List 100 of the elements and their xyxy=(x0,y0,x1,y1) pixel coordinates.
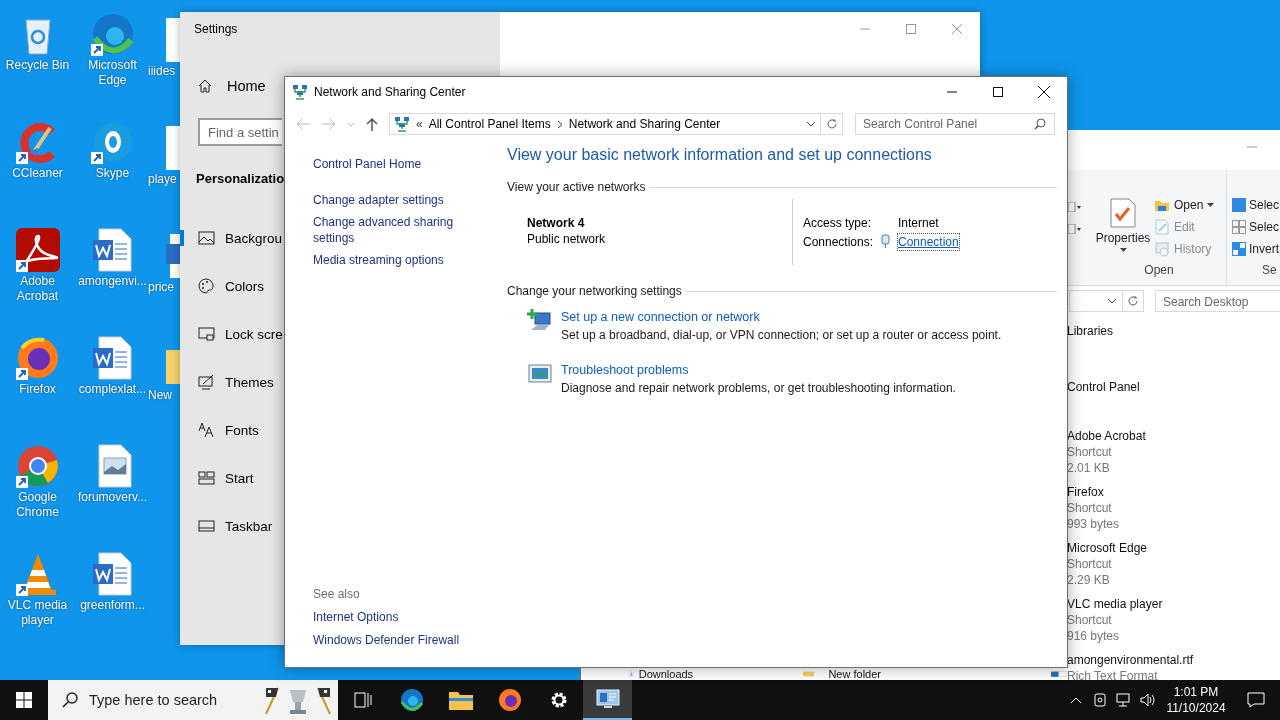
section-heading: View your active networks xyxy=(507,179,646,195)
search-field[interactable]: Type here to search xyxy=(48,680,338,720)
taskbar-icon xyxy=(198,518,215,534)
icon-label: VLC media player xyxy=(6,598,69,628)
windows-logo-icon xyxy=(16,692,32,708)
nav-item[interactable]: Lock scre xyxy=(180,310,284,358)
nav-item[interactable]: Themes xyxy=(180,358,284,406)
chevron-down-icon xyxy=(1107,298,1117,304)
icon-label: Google Chrome xyxy=(15,490,60,520)
network-category: Public network xyxy=(527,231,607,247)
nav-item[interactable]: Backgrou xyxy=(180,214,284,262)
address-bar[interactable]: « All Control Panel Items Network and Sharing Center xyxy=(389,113,821,135)
file-name[interactable]: Control Panel xyxy=(1067,379,1280,395)
nav-item[interactable]: Taskbar xyxy=(180,502,284,550)
task-link[interactable]: Troubleshoot problems xyxy=(561,361,689,379)
network-name: Network 4 xyxy=(527,215,586,231)
window-title: Network and Sharing Center xyxy=(314,85,466,99)
clock[interactable]: 1:01 PM 11/10/2024 xyxy=(1160,684,1232,716)
group-label: Se xyxy=(1261,263,1278,280)
file-size: 2.01 KB xyxy=(1067,460,1111,476)
sidebar-link[interactable]: Windows Defender Firewall xyxy=(313,632,460,648)
icon-label: iiides xyxy=(148,64,177,79)
checklist-icon xyxy=(1110,198,1136,228)
close-icon xyxy=(1038,86,1050,98)
pdf-icon[interactable] xyxy=(13,226,62,274)
task-link[interactable]: Set up a new connection or network xyxy=(561,308,760,326)
properties-button[interactable]: Properties xyxy=(1092,194,1154,264)
file-name[interactable]: VLC media player xyxy=(1067,596,1280,612)
browser-icon xyxy=(399,688,424,712)
nav-item[interactable]: Colors xyxy=(180,262,284,310)
caret-icon xyxy=(1119,248,1127,252)
sidebar-link[interactable]: Control Panel Home xyxy=(313,156,422,172)
icon-label: Microsoft Edge xyxy=(87,58,138,88)
chevron-down-icon xyxy=(347,121,355,127)
file-name[interactable]: amongenvironmental.rtf xyxy=(1067,652,1280,668)
search-field[interactable]: Find a settin xyxy=(198,118,282,146)
refresh-button[interactable] xyxy=(821,113,843,135)
caret-icon xyxy=(1207,203,1215,207)
home-link[interactable]: Home xyxy=(180,70,277,102)
search-icon xyxy=(62,692,78,708)
forward-arrow-icon xyxy=(322,118,336,130)
task-description: Diagnose and repair network problems, or get troubleshooting information. xyxy=(561,380,956,397)
search-field[interactable]: Search Desktop xyxy=(1155,290,1280,312)
caret-icon[interactable] xyxy=(1068,224,1082,234)
field-label: Access type: xyxy=(803,215,873,231)
file-name[interactable]: Libraries xyxy=(1067,323,1280,339)
search-field[interactable]: Search Control Panel xyxy=(855,113,1055,135)
maximize-icon xyxy=(993,87,1003,97)
refresh-icon xyxy=(825,118,838,130)
task-view-icon xyxy=(353,692,372,708)
file-name[interactable]: New folder xyxy=(828,668,881,680)
picture-icon xyxy=(198,230,215,246)
breadcrumb-item[interactable]: Network and Sharing Center xyxy=(568,117,721,131)
page-heading: View your basic network information and set up connections xyxy=(507,145,933,165)
sidebar-link[interactable]: Media streaming options xyxy=(313,252,444,268)
sidebar-link[interactable]: Change adapter settings xyxy=(313,192,444,208)
ribbon-button[interactable]: Open xyxy=(1154,194,1226,216)
network-icon xyxy=(292,84,308,100)
file-size: 993 bytes xyxy=(1067,516,1121,532)
nav-item[interactable]: Start xyxy=(180,454,284,502)
caret-icon[interactable] xyxy=(1068,202,1082,212)
nav-item[interactable]: Fonts xyxy=(180,406,284,454)
brush-icon xyxy=(198,374,215,390)
speech-bubble-icon xyxy=(1247,692,1265,708)
file-type: Shortcut xyxy=(1067,444,1113,460)
file-type: Shortcut xyxy=(1067,500,1113,516)
refresh-button[interactable] xyxy=(1123,290,1144,312)
icon-label: Adobe Acrobat xyxy=(15,274,60,304)
file-name[interactable]: Adobe Acrobat xyxy=(1067,428,1280,444)
ribbon-button[interactable]: Invert xyxy=(1232,238,1280,260)
file-size: 916 bytes xyxy=(1067,628,1121,644)
file-size: 2.29 KB xyxy=(1067,572,1111,588)
breadcrumb-item[interactable]: All Control Panel Items xyxy=(428,117,551,131)
file-type: Shortcut xyxy=(1067,556,1113,572)
file-name[interactable]: Microsoft Edge xyxy=(1067,540,1280,556)
icon-label: forumoverv... xyxy=(76,490,149,505)
nav-item[interactable]: Downloads xyxy=(638,668,694,680)
grid-icon xyxy=(1232,220,1246,234)
section-heading: Change your networking settings xyxy=(507,283,682,299)
ribbon-button[interactable]: Selec xyxy=(1232,216,1280,238)
icon-label: Firefox xyxy=(18,382,57,397)
sidebar-link[interactable]: Change advanced sharing settings xyxy=(313,214,475,246)
ribbon-button[interactable]: Selec xyxy=(1232,194,1280,216)
chevron-down-icon[interactable] xyxy=(806,121,816,127)
icon-label: complexlat... xyxy=(77,382,148,397)
control-panel-button[interactable] xyxy=(583,680,632,720)
icon-label: Recycle Bin xyxy=(4,58,71,73)
sidebar-link[interactable]: Internet Options xyxy=(313,609,399,625)
grid-icon xyxy=(1232,242,1246,256)
icon-label: playe xyxy=(148,172,178,187)
browser-icon xyxy=(497,688,522,712)
maximize-icon xyxy=(906,24,916,34)
tiles-icon xyxy=(198,470,215,486)
icon-label: CCleaner xyxy=(11,166,64,181)
file-name[interactable]: Firefox xyxy=(1067,484,1280,500)
connection-link[interactable]: Connection xyxy=(898,234,959,250)
breadcrumb-overflow[interactable]: « xyxy=(416,117,423,131)
group-label: Open xyxy=(1143,263,1175,280)
home-icon xyxy=(197,78,213,94)
window-title: Settings xyxy=(193,21,239,38)
